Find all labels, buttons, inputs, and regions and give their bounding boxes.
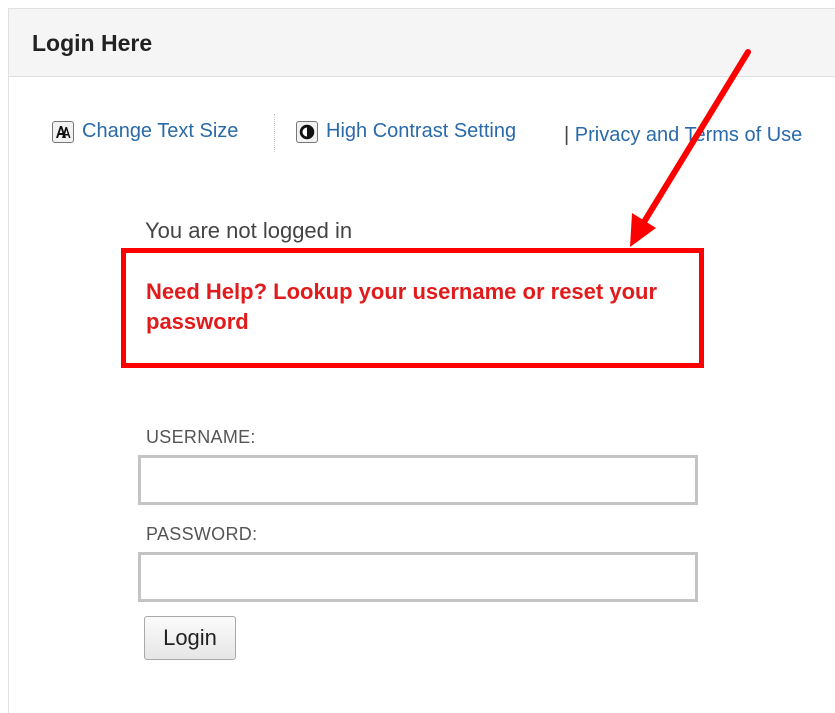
username-label: USERNAME: (146, 427, 256, 447)
panel-header: Login Here (9, 9, 835, 77)
change-text-size-label: Change Text Size (82, 120, 239, 142)
high-contrast-label: High Contrast Setting (326, 120, 517, 142)
toolbar-divider (274, 114, 276, 152)
help-highlight-box: Need Help? Lookup your username or reset… (121, 248, 704, 368)
login-status-message: You are not logged in (145, 218, 353, 243)
privacy-terms: | Privacy and Terms of Use (564, 121, 804, 150)
login-button[interactable]: Login (144, 616, 236, 660)
high-contrast-link[interactable]: High Contrast Setting (296, 120, 516, 143)
panel-title: Login Here (32, 30, 153, 56)
change-text-size-link[interactable]: Change Text Size (52, 120, 238, 143)
text-size-icon (52, 120, 74, 143)
password-label: PASSWORD: (146, 524, 258, 544)
contrast-icon (296, 120, 318, 143)
privacy-separator: | (564, 124, 570, 146)
need-help-link[interactable]: Need Help? Lookup your username or reset… (146, 277, 686, 337)
privacy-terms-link[interactable]: Privacy and Terms of Use (575, 124, 803, 146)
username-field[interactable] (138, 455, 698, 505)
password-field[interactable] (138, 552, 698, 602)
